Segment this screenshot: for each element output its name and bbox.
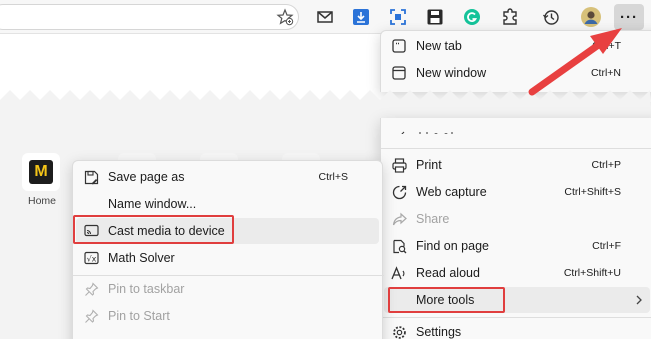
submenu-item-label: Save page as: [108, 170, 185, 184]
browser-toolbar: ···: [0, 0, 651, 34]
download-icon[interactable]: [350, 6, 372, 28]
menu-item-share: Share: [381, 206, 651, 232]
submenu-item-label: Name window...: [108, 197, 197, 211]
menu-item-shortcut: Ctrl+F: [592, 240, 621, 252]
menu-item-settings[interactable]: Settings: [381, 319, 651, 339]
new-window-icon: [391, 65, 407, 81]
submenu-item-shortcut: Ctrl+S: [318, 171, 348, 183]
submenu-item-name-window[interactable]: Name window...: [73, 191, 384, 217]
grammarly-icon[interactable]: [461, 6, 483, 28]
pin-icon: [83, 308, 99, 324]
submenu-item-cast-media[interactable]: Cast media to device: [76, 218, 379, 244]
history-icon[interactable]: [540, 6, 562, 28]
home-tile[interactable]: M: [22, 153, 60, 191]
more-icon[interactable]: ···: [614, 4, 644, 30]
torn-menu-remnant: [400, 126, 480, 134]
menu-item-label: More tools: [416, 293, 475, 307]
menu-item-shortcut: Ctrl+Shift+S: [564, 186, 621, 198]
submenu-item-math-solver[interactable]: √x Math Solver: [73, 245, 384, 271]
menu-separator: [381, 148, 651, 149]
submenu-item-label: Math Solver: [108, 251, 175, 265]
submenu-item-save-page-as[interactable]: Save page as Ctrl+S: [73, 164, 384, 190]
svg-text:√x: √x: [86, 255, 96, 264]
cast-icon: [83, 223, 99, 239]
save-page-icon: [83, 169, 99, 185]
read-aloud-icon: [391, 265, 407, 281]
menu-item-label: Find on page: [416, 239, 489, 253]
mail-icon[interactable]: [314, 6, 336, 28]
settings-menu-bottom: Print Ctrl+P Web capture Ctrl+Shift+S Sh…: [380, 118, 651, 339]
menu-separator: [381, 317, 651, 318]
pin-icon: [83, 281, 99, 297]
submenu-item-label: Cast media to device: [108, 224, 225, 238]
profile-avatar[interactable]: [580, 6, 602, 28]
share-icon: [391, 211, 407, 227]
menu-item-web-capture[interactable]: Web capture Ctrl+Shift+S: [381, 179, 651, 205]
math-solver-icon: √x: [83, 250, 99, 266]
new-tab-icon: [391, 38, 407, 54]
menu-item-shortcut: Ctrl+Shift+U: [563, 267, 621, 279]
menu-item-label: Settings: [416, 325, 462, 339]
menu-item-new-tab[interactable]: New tab Ctrl+T: [381, 33, 651, 59]
find-icon: [391, 238, 407, 254]
menu-item-shortcut: Ctrl+P: [591, 159, 621, 171]
chevron-right-icon: [631, 292, 647, 308]
settings-menu-top: New tab Ctrl+T New window Ctrl+N: [380, 30, 651, 92]
settings-icon: [391, 324, 407, 339]
menu-item-read-aloud[interactable]: Read aloud Ctrl+Shift+U: [381, 260, 651, 286]
submenu-item-pin-to-start: Pin to Start: [73, 303, 384, 329]
menu-item-shortcut: Ctrl+T: [592, 40, 621, 52]
menu-item-label: New window: [416, 66, 487, 80]
menu-item-label: Share: [416, 212, 450, 226]
menu-item-label: New tab: [416, 39, 462, 53]
home-logo: M: [29, 160, 53, 184]
submenu-item-pin-to-taskbar: Pin to taskbar: [73, 276, 384, 302]
print-icon: [391, 157, 407, 173]
screenshot-icon[interactable]: [387, 6, 409, 28]
home-tile-label: Home: [27, 195, 56, 207]
menu-item-shortcut: Ctrl+N: [590, 67, 621, 79]
menu-item-print[interactable]: Print Ctrl+P: [381, 152, 651, 178]
web-capture-icon: [391, 184, 407, 200]
menu-item-more-tools[interactable]: More tools: [384, 287, 650, 313]
more-tools-submenu: Save page as Ctrl+S Name window... Cast …: [72, 160, 384, 339]
submenu-item-label: Pin to Start: [108, 309, 170, 323]
menu-item-find-on-page[interactable]: Find on page Ctrl+F: [381, 233, 651, 259]
save-icon[interactable]: [424, 6, 446, 28]
menu-item-label: Read aloud: [416, 266, 480, 280]
address-bar[interactable]: [0, 4, 299, 30]
extensions-icon[interactable]: [499, 6, 521, 28]
menu-item-new-window[interactable]: New window Ctrl+N: [381, 60, 651, 86]
submenu-item-label: Pin to taskbar: [108, 282, 185, 296]
favorite-star-icon[interactable]: [276, 8, 294, 26]
menu-item-label: Print: [416, 158, 442, 172]
menu-item-label: Web capture: [416, 185, 487, 199]
